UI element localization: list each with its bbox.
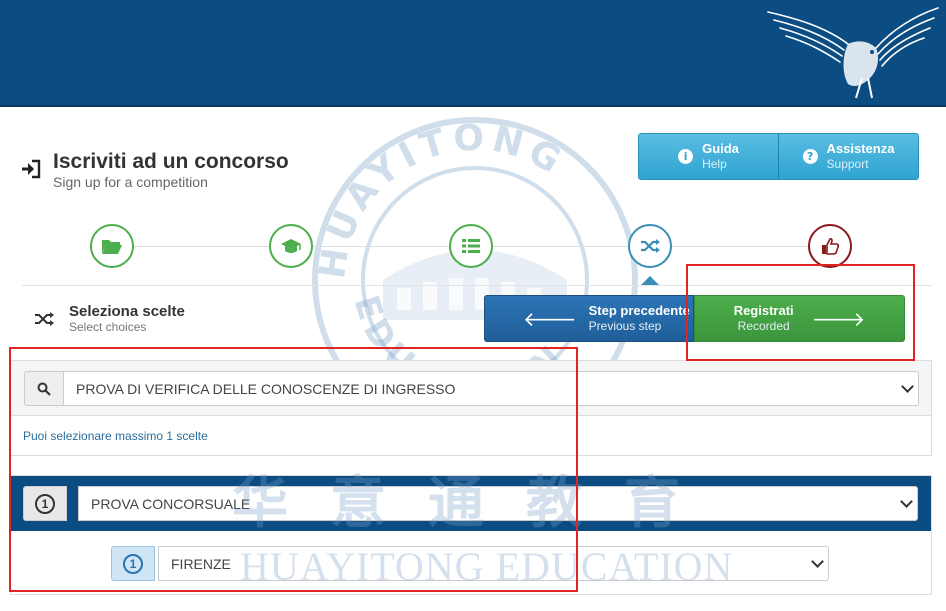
test-selection-header: PROVA DI VERIFICA DELLE CONOSCENZE DI IN…	[11, 361, 931, 416]
page-title-row: Iscriviti ad un concorso Sign up for a c…	[20, 150, 289, 190]
eagle-icon	[767, 7, 939, 99]
shuffle-icon	[35, 312, 54, 326]
previous-step-button[interactable]: 🡐 Step precedente Previous step	[484, 295, 694, 342]
arrow-left-icon: 🡐	[523, 306, 577, 331]
top-header	[0, 0, 946, 107]
choice-number: 1	[35, 493, 55, 514]
shuffle-icon	[641, 239, 660, 253]
section-title: Seleziona scelte	[69, 303, 185, 320]
watermark-en: HUAYITONG EDUCATION	[240, 544, 734, 589]
folder-open-icon	[102, 240, 122, 254]
chevron-down-icon	[811, 554, 824, 568]
help-button-group: i Guida Help ? Assistenza Support	[638, 133, 919, 180]
watermark-ring-top: HUAYITONG	[312, 118, 566, 282]
step-3[interactable]	[449, 224, 493, 268]
info-icon: i	[678, 149, 694, 164]
question-icon: ?	[802, 149, 818, 164]
previous-step-sublabel: Previous step	[588, 319, 662, 333]
current-step-caret	[641, 276, 659, 285]
previous-step-label: Step precedente	[588, 303, 690, 318]
test-select[interactable]: PROVA DI VERIFICA DELLE CONOSCENZE DI IN…	[63, 371, 919, 406]
sign-in-icon	[22, 159, 41, 179]
watermark-cn: 华意通教育	[232, 470, 722, 536]
test-select-value: PROVA DI VERIFICA DELLE CONOSCENZE DI IN…	[76, 380, 456, 397]
support-button[interactable]: ? Assistenza Support	[778, 134, 918, 179]
page-title: Iscriviti ad un concorso	[53, 150, 289, 173]
search-icon	[37, 382, 51, 396]
support-label: Assistenza	[826, 141, 895, 156]
register-button[interactable]: Registrati Recorded 🡒	[694, 295, 905, 342]
register-sublabel: Recorded	[737, 319, 790, 333]
section-header: Seleziona scelte Select choices	[33, 304, 185, 334]
thumbs-up-icon	[822, 237, 840, 255]
choice-number-addon: 1	[23, 486, 67, 521]
city-number-addon: 1	[111, 546, 155, 581]
list-icon	[462, 239, 480, 253]
guide-label: Guida	[702, 141, 739, 156]
step-4-current[interactable]	[628, 224, 672, 268]
section-subtitle: Select choices	[69, 320, 147, 334]
guide-button[interactable]: i Guida Help	[639, 134, 778, 179]
guide-sublabel: Help	[702, 157, 727, 171]
search-addon	[24, 371, 64, 406]
graduation-cap-icon	[281, 239, 301, 253]
test-selection-panel: PROVA DI VERIFICA DELLE CONOSCENZE DI IN…	[10, 360, 932, 456]
arrow-right-icon: 🡒	[811, 306, 866, 331]
step-5[interactable]	[808, 224, 852, 268]
step-1[interactable]	[90, 224, 134, 268]
step-2[interactable]	[269, 224, 313, 268]
max-choices-hint: Puoi selezionare massimo 1 scelte	[23, 429, 208, 443]
register-label: Registrati	[733, 303, 794, 318]
support-sublabel: Support	[826, 157, 869, 171]
city-select-value: FIRENZE	[171, 555, 231, 572]
chevron-down-icon	[900, 494, 913, 508]
city-number: 1	[123, 553, 143, 574]
exam-select-value: PROVA CONCORSUALE	[91, 495, 251, 512]
divider	[22, 285, 932, 286]
svg-text:HUAYITONG: HUAYITONG	[312, 118, 572, 282]
chevron-down-icon	[901, 379, 914, 393]
step-nav-group: 🡐 Step precedente Previous step Registra…	[484, 295, 905, 342]
page-subtitle: Sign up for a competition	[53, 174, 208, 190]
